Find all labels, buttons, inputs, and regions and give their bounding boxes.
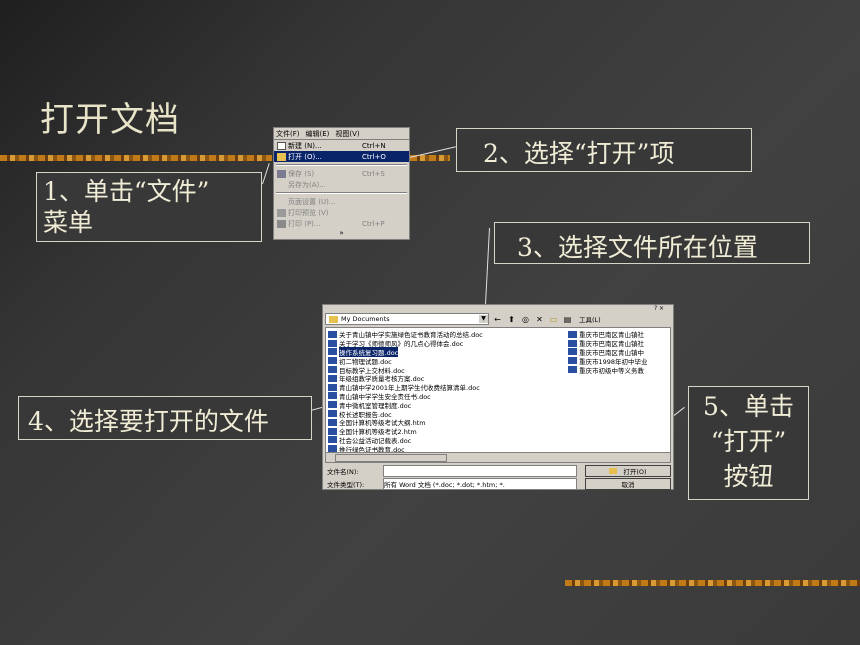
open-folder-icon [277, 152, 286, 161]
menu-item-print-preview[interactable]: 打印预览 (V) [274, 207, 409, 218]
callout-step5-line1: 5、单击 [703, 392, 794, 421]
web-page-icon [328, 427, 337, 435]
help-close-buttons[interactable]: ? × [647, 305, 671, 312]
menu-item-open[interactable]: 打开 (O)... Ctrl+O [274, 151, 409, 162]
back-icon[interactable]: ← [492, 315, 503, 324]
cancel-button[interactable]: 取消 [585, 478, 671, 490]
word-doc-icon [568, 339, 577, 347]
menu-shortcut: Ctrl+S [362, 169, 385, 178]
menu-item-new[interactable]: 新建 (N)... Ctrl+N [274, 140, 409, 151]
file-menu: 文件(F) 编辑(E) 视图(V) 新建 (N)... Ctrl+N 打开 (O… [273, 127, 410, 240]
callout-step1-line1: 1、单击“文件” [43, 177, 210, 206]
menu-item-print[interactable]: 打印 (P)... Ctrl+P [274, 218, 409, 229]
web-page-icon [328, 418, 337, 426]
print-preview-icon [277, 208, 286, 217]
menu-item-label: 另存为(A)... [288, 180, 326, 189]
callout-step5-line3: 按钮 [723, 462, 774, 491]
word-doc-icon [568, 330, 577, 338]
open-folder-icon [609, 468, 618, 474]
open-button[interactable]: 打开(O) [585, 465, 671, 477]
menu-separator [276, 192, 407, 194]
menu-bar: 文件(F) 编辑(E) 视图(V) [274, 128, 409, 140]
word-doc-icon [328, 436, 337, 444]
file-list: 关于青山镇中学实施绿色证书教育活动的总结.doc 关于学习《师德师风》的几点心得… [325, 327, 671, 463]
file-list-right-column: 重庆市巴南区青山镇社 重庆市巴南区青山镇社 重庆市巴南区青山镇中 重庆市1998… [568, 330, 648, 375]
delete-icon[interactable]: ✕ [534, 315, 545, 324]
menu-item-label: 页面设置 (U)... [288, 197, 336, 206]
dropdown-arrow-icon: ▼ [479, 315, 488, 323]
callout-step2: 2、选择“打开”项 [456, 128, 752, 172]
word-doc-icon [328, 339, 337, 347]
callout-step3-text: 3、选择文件所在位置 [517, 233, 758, 262]
up-folder-icon[interactable]: ⬆ [506, 315, 517, 324]
word-doc-icon [568, 348, 577, 356]
word-doc-icon [328, 330, 337, 338]
callout-step1: 1、单击“文件” 菜单 [36, 172, 262, 242]
scrollbar-thumb[interactable] [335, 454, 447, 462]
open-button-label: 打开(O) [623, 468, 647, 476]
blank-icon [277, 181, 286, 189]
menu-item-save[interactable]: 保存 (S) Ctrl+S [274, 168, 409, 179]
decorative-bar-bottom [565, 580, 860, 586]
callout-step1-line2: 菜单 [43, 208, 94, 237]
menu-item-label: 新建 (N)... [288, 141, 322, 150]
menu-shortcut: Ctrl+P [362, 219, 385, 228]
word-doc-icon [328, 366, 337, 374]
search-web-icon[interactable]: ◎ [520, 315, 531, 324]
menu-item-page-setup[interactable]: 页面设置 (U)... [274, 196, 409, 207]
menu-item-label: 打开 (O)... [288, 152, 322, 161]
printer-icon [277, 219, 286, 228]
filetype-label: 文件类型(T): [327, 481, 365, 489]
filename-label: 文件名(N): [327, 468, 359, 476]
menu-shortcut: Ctrl+O [362, 152, 386, 161]
filetype-dropdown[interactable]: 所有 Word 文档 (*.doc; *.dot; *.htm; *. [383, 478, 577, 490]
open-dialog: ? × My Documents ▼ ← ⬆ ◎ ✕ ▭ ▤ 工具(L) 关于青… [322, 304, 674, 490]
file-name: 重庆市初级中等义务教 [579, 366, 644, 375]
callout-step5-line2: “打开” [710, 427, 787, 456]
menu-separator [276, 164, 407, 166]
filename-input[interactable] [383, 465, 577, 477]
dialog-toolbar: My Documents ▼ ← ⬆ ◎ ✕ ▭ ▤ 工具(L) [325, 313, 671, 325]
callout-step3: 3、选择文件所在位置 [494, 222, 810, 264]
menu-item-save-as[interactable]: 另存为(A)... [274, 179, 409, 190]
callout-step4: 4、选择要打开的文件 [18, 396, 312, 440]
callout-step4-text: 4、选择要打开的文件 [28, 407, 269, 436]
menu-file[interactable]: 文件(F) [276, 129, 300, 139]
look-in-value: My Documents [341, 315, 390, 323]
callout-step2-text: 2、选择“打开”项 [483, 139, 675, 168]
word-doc-icon [328, 392, 337, 400]
word-doc-icon [568, 366, 577, 374]
horizontal-scrollbar[interactable] [326, 452, 670, 462]
menu-item-label: 保存 (S) [288, 169, 315, 178]
word-doc-icon [328, 383, 337, 391]
file-list-left-column: 关于青山镇中学实施绿色证书教育活动的总结.doc 关于学习《师德师风》的几点心得… [328, 330, 483, 454]
blank-icon [277, 198, 286, 206]
new-document-icon [277, 141, 286, 150]
menu-expand-chevron-icon[interactable]: » [274, 229, 409, 237]
callout-step5: 5、单击 “打开” 按钮 [688, 386, 809, 500]
save-disk-icon [277, 169, 286, 178]
menu-edit[interactable]: 编辑(E) [306, 129, 330, 139]
word-doc-icon [328, 410, 337, 418]
word-doc-icon [328, 374, 337, 382]
tools-menu[interactable]: 工具(L) [579, 314, 601, 324]
menu-view[interactable]: 视图(V) [335, 129, 359, 139]
new-folder-icon[interactable]: ▭ [548, 315, 559, 324]
word-doc-icon [328, 348, 337, 356]
word-doc-icon [568, 357, 577, 365]
slide-title: 打开文档 [40, 100, 180, 140]
look-in-dropdown[interactable]: My Documents ▼ [325, 313, 489, 325]
list-item[interactable]: 重庆市初级中等义务教 [568, 365, 648, 375]
folder-icon [329, 315, 338, 323]
views-icon[interactable]: ▤ [562, 315, 573, 324]
decorative-bar-top [0, 155, 272, 161]
menu-item-label: 打印 (P)... [288, 219, 321, 228]
word-doc-icon [328, 401, 337, 409]
word-doc-icon [328, 357, 337, 365]
menu-shortcut: Ctrl+N [362, 141, 386, 150]
menu-item-label: 打印预览 (V) [288, 208, 329, 217]
